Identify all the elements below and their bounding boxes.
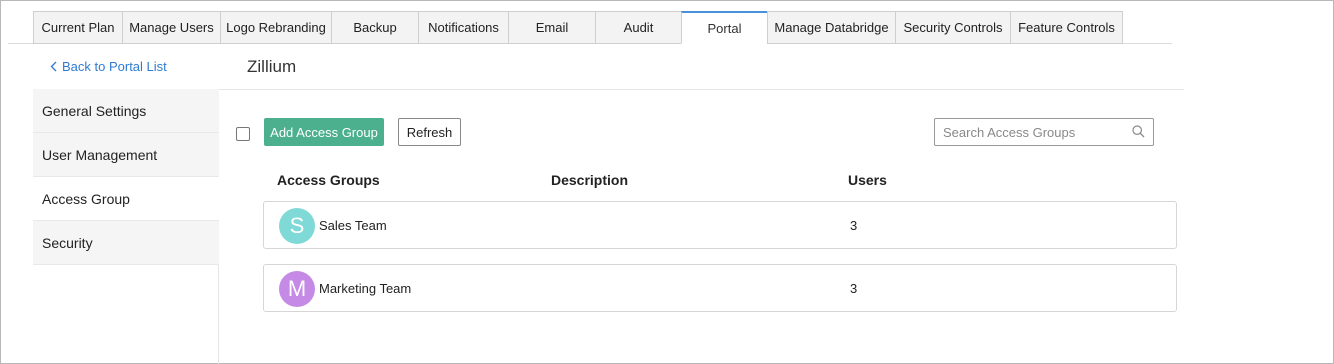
tab-email[interactable]: Email: [508, 11, 595, 44]
sidebar-item-label: Access Group: [42, 190, 130, 207]
header-divider: [219, 89, 1184, 90]
sidebar-item-label: General Settings: [42, 102, 147, 119]
tab-feature-controls[interactable]: Feature Controls: [1010, 11, 1123, 44]
access-group-user-count: 3: [850, 218, 858, 233]
tab-notifications[interactable]: Notifications: [418, 11, 508, 44]
portal-title: Zillium: [247, 57, 297, 76]
search-icon[interactable]: [1132, 125, 1145, 138]
search-access-groups-box: [934, 118, 1154, 146]
access-group-row[interactable]: S Sales Team 3: [263, 201, 1177, 249]
tabs: Current Plan Manage Users Logo Rebrandin…: [33, 11, 1123, 44]
avatar: M: [279, 271, 315, 307]
select-all-checkbox[interactable]: [236, 127, 250, 141]
access-group-row[interactable]: M Marketing Team 3: [263, 264, 1177, 312]
tab-security-controls[interactable]: Security Controls: [895, 11, 1010, 44]
sidebar-item-general-settings[interactable]: General Settings: [33, 89, 219, 133]
access-group-name: Marketing Team: [319, 281, 412, 296]
tab-backup[interactable]: Backup: [331, 11, 418, 44]
back-to-portal-list-link[interactable]: Back to Portal List: [50, 59, 167, 74]
refresh-button[interactable]: Refresh: [398, 118, 461, 146]
tab-current-plan[interactable]: Current Plan: [33, 11, 122, 44]
access-group-name: Sales Team: [319, 218, 387, 233]
add-access-group-button[interactable]: Add Access Group: [264, 118, 384, 146]
chevron-left-icon: [50, 61, 57, 72]
tab-logo-rebranding[interactable]: Logo Rebranding: [220, 11, 331, 44]
access-group-user-count: 3: [850, 281, 858, 296]
column-header-users: Users: [848, 172, 887, 188]
tab-portal[interactable]: Portal: [681, 11, 767, 44]
sidebar-item-label: User Management: [42, 146, 158, 163]
sidebar-item-label: Security: [42, 234, 93, 251]
sidebar-item-user-management[interactable]: User Management: [33, 133, 219, 177]
search-input[interactable]: [935, 119, 1125, 145]
column-header-access-groups: Access Groups: [277, 172, 380, 188]
back-link-label: Back to Portal List: [62, 59, 167, 74]
tab-manage-databridge[interactable]: Manage Databridge: [767, 11, 895, 44]
sidebar: General Settings User Management Access …: [33, 89, 219, 364]
settings-tab-bar: Current Plan Manage Users Logo Rebrandin…: [8, 11, 1172, 44]
tab-manage-users[interactable]: Manage Users: [122, 11, 220, 44]
avatar: S: [279, 208, 315, 244]
column-header-description: Description: [551, 172, 629, 188]
sidebar-item-security[interactable]: Security: [33, 221, 219, 265]
sidebar-item-access-group[interactable]: Access Group: [33, 177, 219, 221]
tab-audit[interactable]: Audit: [595, 11, 681, 44]
